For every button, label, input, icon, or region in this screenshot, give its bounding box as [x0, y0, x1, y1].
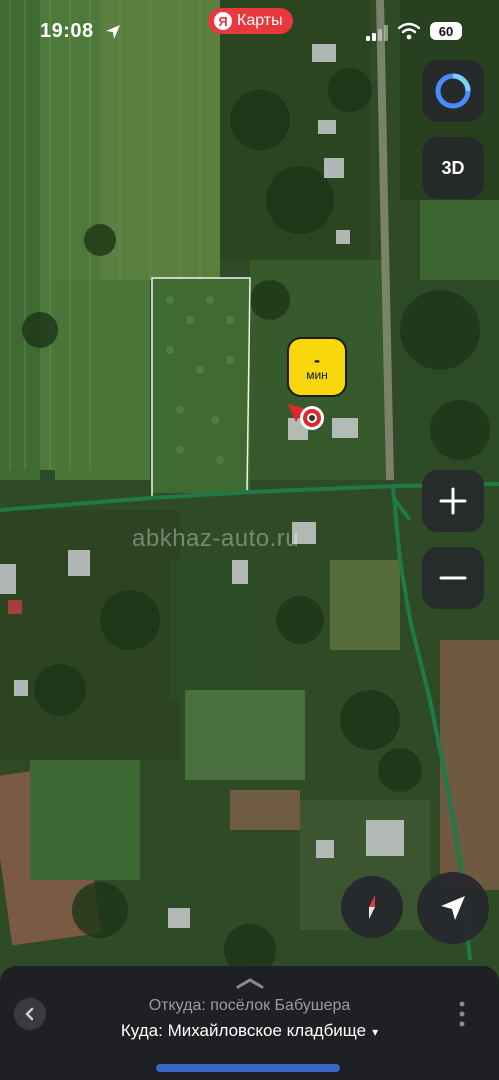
- compass-icon: [369, 895, 375, 919]
- battery-indicator: 60: [430, 22, 462, 40]
- cellular-signal-icon: [366, 25, 388, 41]
- navigation-arrow-icon: [441, 896, 465, 920]
- status-bar: 19:08 Я Карты 60: [0, 0, 499, 60]
- alice-assistant-button[interactable]: [422, 60, 484, 122]
- alice-icon: [435, 73, 471, 109]
- clock: 19:08: [40, 20, 94, 42]
- app-pill-label: Карты: [237, 12, 283, 29]
- sheet-expand-chevron-icon[interactable]: [234, 976, 266, 990]
- route-from-text[interactable]: Откуда: посёлок Бабушера: [0, 997, 499, 1015]
- yandex-logo-icon: Я: [214, 12, 232, 30]
- plus-icon: [439, 487, 467, 515]
- zoom-out-button[interactable]: [422, 547, 484, 609]
- zoom-in-button[interactable]: [422, 470, 484, 532]
- dropdown-caret-icon: ▾: [372, 1025, 379, 1039]
- compass-button[interactable]: [341, 876, 403, 938]
- route-to-text: Куда: Михайловское кладбище: [120, 1021, 367, 1040]
- location-arrow-icon: [106, 25, 120, 39]
- eta-unit: мин: [306, 368, 328, 382]
- minus-icon: [439, 576, 467, 580]
- route-eta-badge[interactable]: - мин: [287, 337, 347, 397]
- route-to-selector[interactable]: Куда: Михайловское кладбище ▾: [0, 1021, 499, 1041]
- home-indicator: [156, 1064, 340, 1072]
- app-pill[interactable]: Я Карты: [208, 8, 293, 34]
- map-watermark: abkhaz-auto.ru: [132, 525, 300, 552]
- route-start-pin-icon[interactable]: [286, 402, 326, 434]
- more-options-icon[interactable]: [452, 998, 472, 1030]
- eta-value: -: [314, 350, 320, 370]
- my-location-button[interactable]: [417, 872, 489, 944]
- 3d-view-button[interactable]: 3D: [422, 137, 484, 199]
- wifi-icon: [398, 22, 420, 40]
